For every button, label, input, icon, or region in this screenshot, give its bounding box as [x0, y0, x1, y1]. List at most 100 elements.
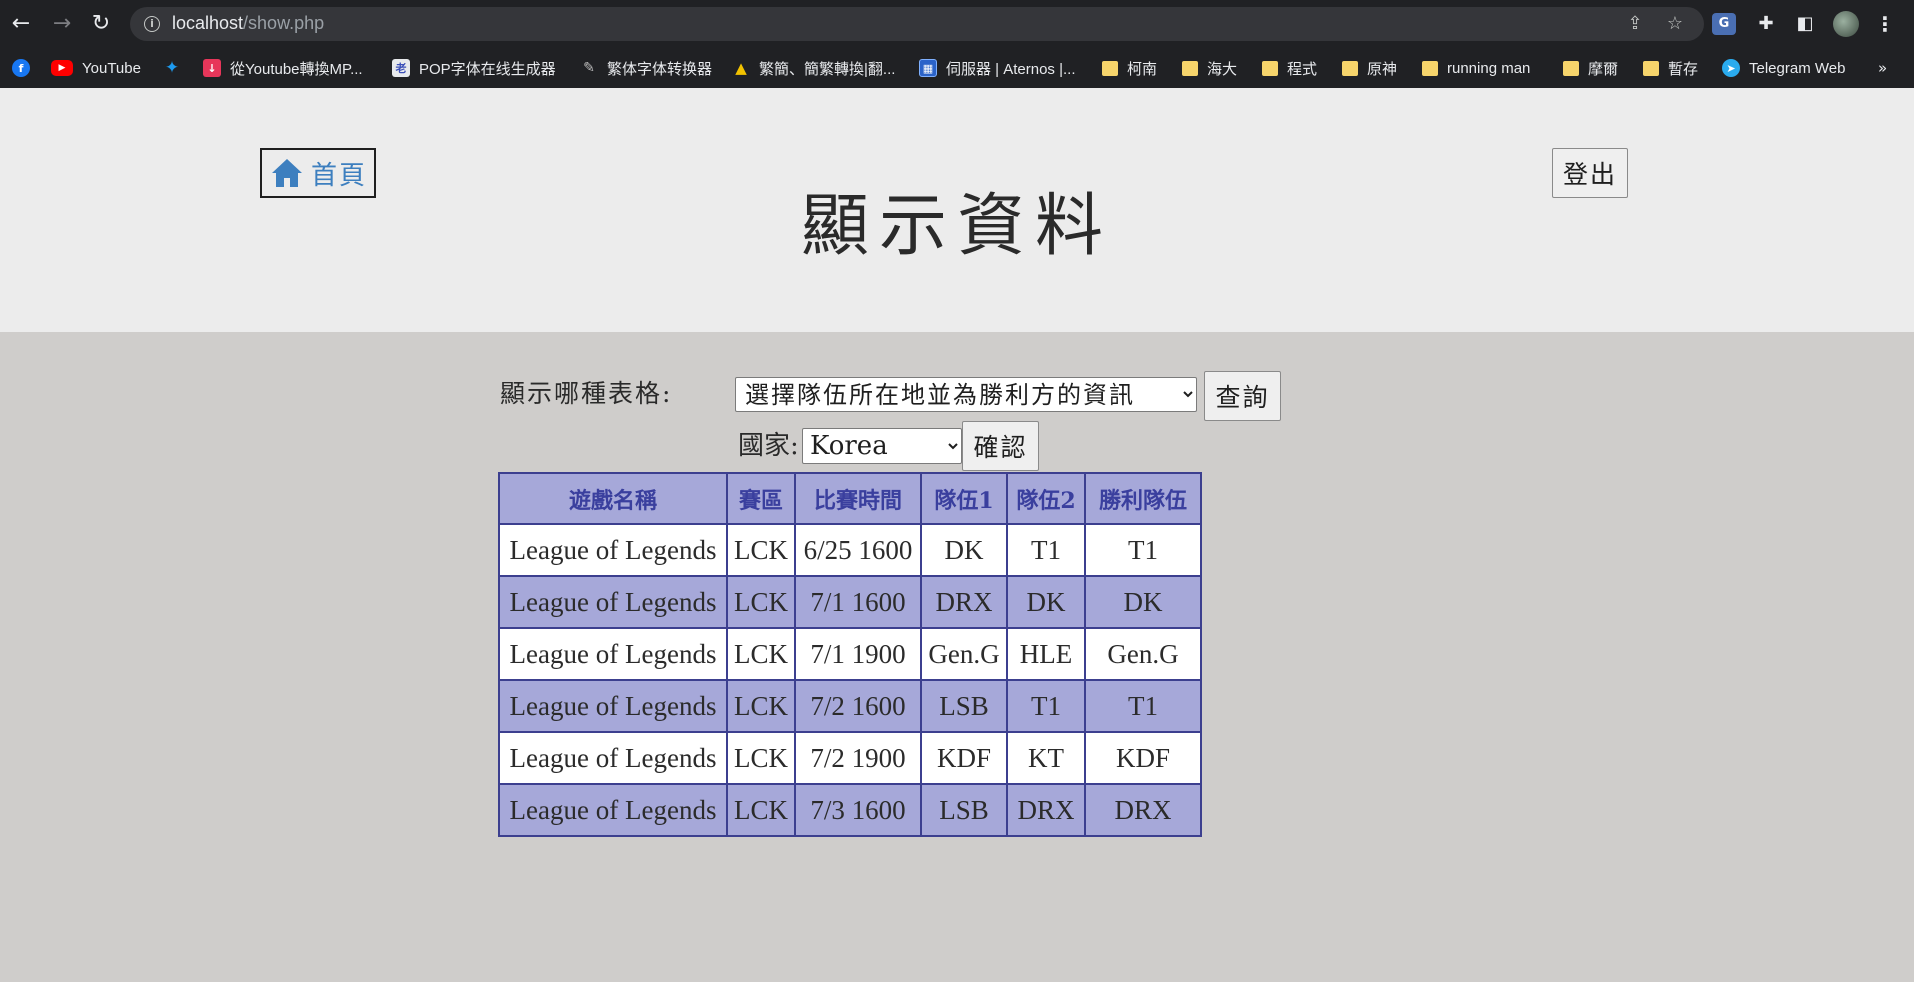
pop-font-icon: 老	[392, 59, 410, 77]
table-cell: KDF	[920, 731, 1008, 785]
table-cell: LCK	[726, 783, 796, 837]
confirm-button[interactable]: 確認	[962, 421, 1039, 471]
table-cell: 7/2 1600	[794, 679, 922, 733]
table-cell: KDF	[1084, 731, 1202, 785]
aternos-icon: ▦	[919, 59, 937, 77]
translate-icon[interactable]: G	[1712, 13, 1736, 35]
column-header: 隊伍1	[920, 472, 1008, 525]
address-bar[interactable]: i localhost/show.php ⇪ ☆	[130, 7, 1704, 41]
bookmark-converter[interactable]: ▲ 繁簡、簡繁轉換|翻...	[732, 55, 895, 81]
table-row: League of Legends LCK 6/25 1600 DK T1 T1	[498, 523, 1202, 577]
bookmark-star-icon[interactable]: ☆	[1662, 11, 1688, 37]
extensions-puzzle-icon[interactable]: ✚	[1753, 11, 1779, 37]
column-header: 隊伍2	[1006, 472, 1086, 525]
folder-icon	[1182, 60, 1198, 76]
column-header: 比賽時間	[794, 472, 922, 525]
folder-icon	[1422, 60, 1438, 76]
table-row: League of Legends LCK 7/3 1600 LSB DRX D…	[498, 783, 1202, 837]
table-cell: 7/1 1900	[794, 627, 922, 681]
table-cell: T1	[1006, 523, 1086, 577]
bookmark-telegram[interactable]: ➤ Telegram Web	[1722, 55, 1845, 81]
bookmark-folder-moore[interactable]: 摩爾	[1563, 55, 1618, 81]
bookmark-folder-conan[interactable]: 柯南	[1102, 55, 1157, 81]
bookmark-pop-font[interactable]: 老 POP字体在线生成器	[392, 55, 556, 81]
bookmark-youtube[interactable]: ▶ YouTube	[51, 55, 141, 81]
bookmark-label: Telegram Web	[1749, 59, 1846, 77]
table-type-label: 顯示哪種表格:	[500, 379, 673, 408]
table-cell: HLE	[1006, 627, 1086, 681]
table-row: League of Legends LCK 7/1 1600 DRX DK DK	[498, 575, 1202, 629]
bookmark-aternos[interactable]: ▦ 伺服器 | Aternos |...	[919, 55, 1076, 81]
bookmark-twitter[interactable]: ✦	[163, 55, 190, 81]
table-cell: League of Legends	[498, 783, 728, 837]
table-cell: 7/1 1600	[794, 575, 922, 629]
column-header: 賽區	[726, 472, 796, 525]
table-cell: League of Legends	[498, 523, 728, 577]
page-header: 首頁 顯示資料 登出	[0, 88, 1914, 332]
table-cell: League of Legends	[498, 575, 728, 629]
country-label: 國家:	[738, 431, 799, 461]
bookmark-label: 暫存	[1668, 60, 1699, 78]
query-button[interactable]: 查詢	[1204, 371, 1281, 421]
bookmarks-more-chevron-icon[interactable]: »	[1878, 55, 1887, 81]
folder-icon	[1102, 60, 1118, 76]
bookmark-label: 摩爾	[1588, 60, 1619, 78]
table-cell: League of Legends	[498, 679, 728, 733]
table-cell: 7/2 1900	[794, 731, 922, 785]
bookmark-facebook[interactable]: f	[12, 55, 39, 81]
download-icon: ↓	[203, 59, 221, 77]
table-cell: KT	[1006, 731, 1086, 785]
bookmark-label: running man	[1447, 59, 1531, 77]
bookmark-folder-temp[interactable]: 暫存	[1643, 55, 1698, 81]
forward-arrow-icon[interactable]: →	[47, 9, 77, 39]
table-cell: LCK	[726, 731, 796, 785]
bookmark-folder-genshin[interactable]: 原神	[1342, 55, 1397, 81]
table-cell: T1	[1006, 679, 1086, 733]
penguin-icon: ▲	[735, 59, 747, 77]
folder-icon	[1563, 60, 1579, 76]
table-cell: LCK	[726, 679, 796, 733]
country-select[interactable]: Korea	[802, 428, 962, 464]
table-cell: T1	[1084, 679, 1202, 733]
browser-toolbar: ← → ↻ i localhost/show.php ⇪ ☆ G ✚ ◧ ⋮	[0, 0, 1914, 48]
logout-button[interactable]: 登出	[1552, 148, 1628, 198]
folder-icon	[1643, 60, 1659, 76]
folder-icon	[1342, 60, 1358, 76]
table-cell: League of Legends	[498, 627, 728, 681]
table-cell: DK	[920, 523, 1008, 577]
table-cell: T1	[1084, 523, 1202, 577]
bookmark-folder-running-man[interactable]: running man	[1422, 55, 1530, 81]
font-converter-icon: ✎	[583, 60, 595, 76]
bookmark-folder-code[interactable]: 程式	[1262, 55, 1317, 81]
site-info-icon[interactable]: i	[144, 16, 160, 32]
url-text[interactable]: localhost/show.php	[172, 13, 324, 34]
bookmark-font-converter[interactable]: ✎ 繁体字体转换器	[580, 55, 712, 81]
bookmark-folder-haida[interactable]: 海大	[1182, 55, 1237, 81]
profile-avatar[interactable]	[1833, 11, 1859, 37]
browser-menu-icon[interactable]: ⋮	[1872, 11, 1898, 37]
table-row: League of Legends LCK 7/2 1600 LSB T1 T1	[498, 679, 1202, 733]
bookmark-label: 程式	[1287, 60, 1318, 78]
bookmark-label: 伺服器 | Aternos |...	[946, 60, 1076, 78]
table-cell: LCK	[726, 627, 796, 681]
table-cell: League of Legends	[498, 731, 728, 785]
side-panel-icon[interactable]: ◧	[1792, 11, 1818, 37]
telegram-icon: ➤	[1722, 59, 1740, 77]
table-header-row: 遊戲名稱 賽區 比賽時間 隊伍1 隊伍2 勝利隊伍	[498, 472, 1202, 525]
results-table: 遊戲名稱 賽區 比賽時間 隊伍1 隊伍2 勝利隊伍 League of Lege…	[498, 472, 1202, 837]
bookmark-label: 柯南	[1127, 60, 1158, 78]
browser-chrome: ← → ↻ i localhost/show.php ⇪ ☆ G ✚ ◧ ⋮ f…	[0, 0, 1914, 88]
share-icon[interactable]: ⇪	[1622, 11, 1648, 37]
bookmark-label: 海大	[1207, 60, 1238, 78]
bookmark-label: 原神	[1367, 60, 1398, 78]
reload-icon[interactable]: ↻	[86, 9, 116, 39]
back-arrow-icon[interactable]: ←	[6, 9, 36, 39]
table-cell: DRX	[1006, 783, 1086, 837]
bookmark-label: 繁簡、簡繁轉換|翻...	[759, 60, 896, 78]
bookmark-label: POP字体在线生成器	[419, 60, 556, 78]
table-cell: Gen.G	[1084, 627, 1202, 681]
bookmark-youtube-mp3[interactable]: ↓ 從Youtube轉換MP...	[203, 55, 363, 81]
table-type-select[interactable]: 選擇隊伍所在地並為勝利方的資訊	[735, 377, 1197, 412]
url-path: /show.php	[243, 13, 325, 33]
bookmarks-bar: f ▶ YouTube ✦ ↓ 從Youtube轉換MP... 老 POP字体在线生成…	[0, 48, 1914, 88]
